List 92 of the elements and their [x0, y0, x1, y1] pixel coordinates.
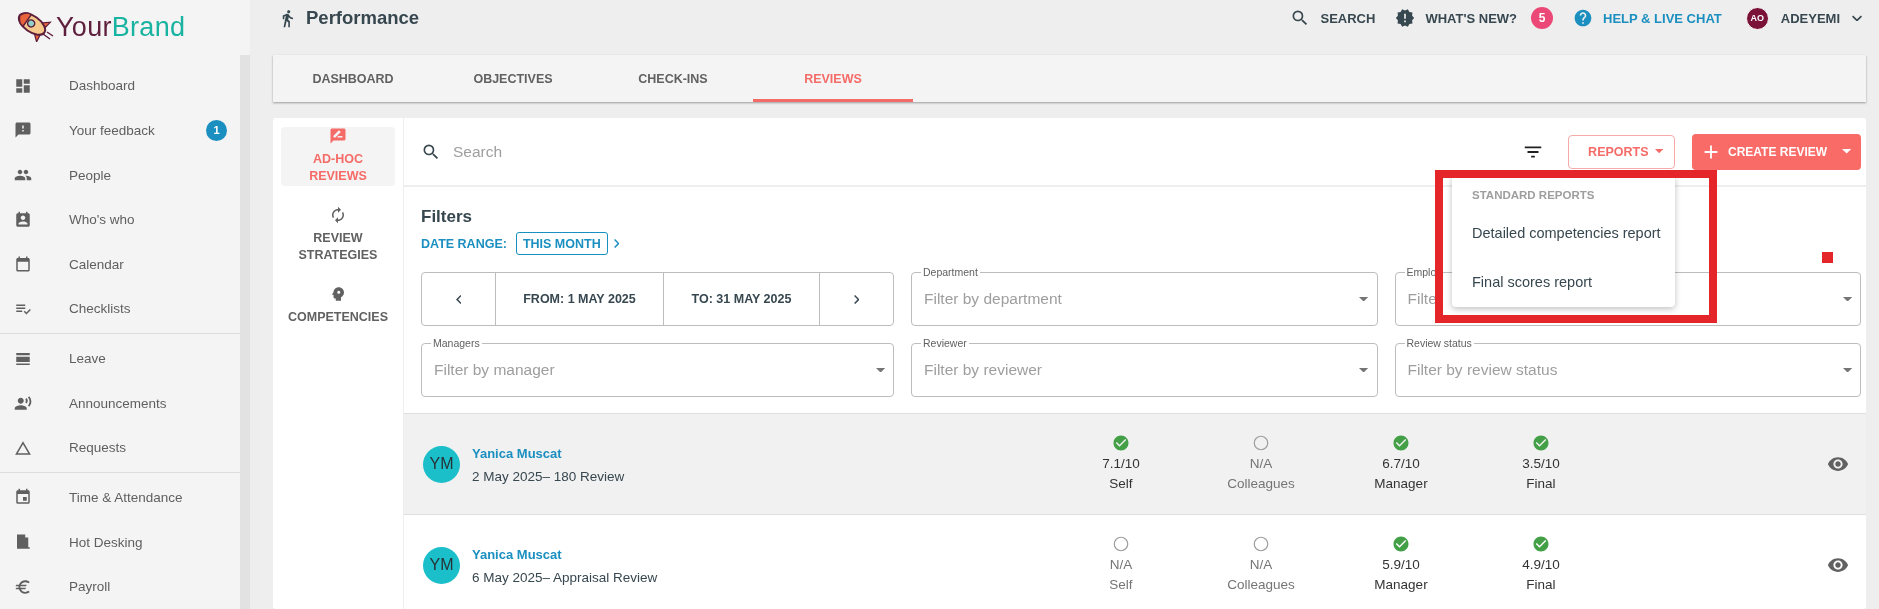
- date-to[interactable]: TO: 31 MAY 2025: [663, 273, 820, 325]
- score-value: N/A: [1249, 455, 1273, 473]
- sidebar-item[interactable]: Calendar: [0, 242, 240, 287]
- avatar: YM: [423, 445, 460, 483]
- field-label: Reviewer: [921, 337, 969, 350]
- brand-name: YourBrand: [56, 11, 186, 44]
- score-value: 3.5/10: [1522, 455, 1560, 473]
- sidebar-item[interactable]: Hot Desking: [0, 519, 240, 565]
- date-range-chip[interactable]: THIS MONTH: [515, 232, 608, 255]
- filter-input[interactable]: Filter by department: [924, 290, 1360, 308]
- sidebar-item[interactable]: Your feedback 1: [0, 108, 240, 153]
- speaking-person-icon: [14, 394, 32, 413]
- tab[interactable]: CHECK-INS: [593, 55, 753, 102]
- score-value: 6.7/10: [1382, 455, 1420, 473]
- date-range-label: DATE RANGE:: [421, 236, 507, 251]
- score-value: N/A: [1249, 556, 1273, 574]
- chevron-left-icon: [455, 294, 462, 304]
- search-link[interactable]: SEARCH: [1290, 8, 1376, 28]
- score-label: Final: [1526, 475, 1556, 493]
- tab[interactable]: OBJECTIVES: [433, 55, 593, 102]
- scrollbar[interactable]: [240, 55, 250, 609]
- score-value: N/A: [1109, 556, 1133, 574]
- sidebar-item[interactable]: Checklists: [0, 286, 240, 332]
- calendar-icon: [14, 255, 32, 274]
- menu-item[interactable]: Final scores report: [1452, 272, 1675, 292]
- dropdown-arrow-icon: [875, 367, 885, 373]
- score-label: Colleagues: [1227, 475, 1295, 493]
- filter-input[interactable]: Filter by manager: [434, 361, 876, 379]
- score-label: Manager: [1374, 475, 1428, 493]
- review-bubble-icon: [329, 127, 347, 145]
- filter-input[interactable]: Filter by reviewer: [924, 361, 1360, 379]
- score-label: Manager: [1374, 576, 1428, 594]
- dropdown-arrow-icon: [1359, 296, 1369, 302]
- date-from[interactable]: FROM: 1 MAY 2025: [495, 273, 663, 325]
- score-value: 5.9/10: [1382, 556, 1420, 574]
- menu-item[interactable]: Detailed competencies report: [1452, 223, 1675, 243]
- chevron-right-icon[interactable]: [613, 239, 620, 248]
- review-detail: 2 May 2025– 180 Review: [472, 469, 625, 484]
- field-label: Department: [921, 266, 980, 279]
- score-value: 4.9/10: [1522, 556, 1560, 574]
- euro-icon: [14, 577, 32, 596]
- score-value: 7.1/10: [1102, 455, 1140, 473]
- calendar-icon: [14, 488, 32, 507]
- sidebar-item[interactable]: Payroll: [0, 564, 240, 609]
- door-icon: [14, 533, 32, 552]
- tab[interactable]: DASHBOARD: [273, 55, 433, 102]
- search-field[interactable]: Search: [453, 142, 753, 161]
- score-label: Final: [1526, 576, 1556, 594]
- page-title: Performance: [306, 7, 420, 29]
- field-label: Review status: [1404, 337, 1474, 350]
- sidebar-item[interactable]: Who's who: [0, 197, 240, 243]
- chevron-right-icon: [853, 294, 860, 304]
- sidebar-item[interactable]: Announcements: [0, 380, 240, 426]
- head-icon: [329, 285, 347, 303]
- score-label: Colleagues: [1227, 576, 1295, 594]
- alert-badge-icon: [1395, 8, 1416, 28]
- count-badge: 1: [206, 119, 227, 141]
- dashboard-icon: [14, 76, 32, 95]
- sidebar-item[interactable]: Dashboard: [0, 63, 240, 109]
- news-link[interactable]: WHAT'S NEW?: [1395, 8, 1518, 28]
- dropdown-arrow-icon: [1842, 296, 1852, 302]
- refresh-icon: [329, 206, 347, 224]
- sidebar-item[interactable]: Requests: [0, 425, 240, 471]
- count-badge: 5: [1531, 7, 1554, 29]
- avatar: YM: [423, 546, 460, 584]
- contact-card-icon: [14, 210, 32, 229]
- dropdown-arrow-icon: [1654, 149, 1663, 154]
- review-nav-item[interactable]: REVIEW STRATEGIES: [281, 206, 395, 265]
- help-icon: [1573, 8, 1594, 28]
- user-menu[interactable]: ADEYEMI: [1780, 10, 1840, 26]
- review-detail: 6 May 2025– Appraisal Review: [472, 570, 658, 585]
- menu-heading: STANDARD REPORTS: [1471, 188, 1596, 203]
- sidebar-item[interactable]: People: [0, 152, 240, 198]
- sidebar-item[interactable]: Time & Attendance: [0, 475, 240, 520]
- chevron-down-icon[interactable]: [1852, 14, 1862, 22]
- help-link[interactable]: HELP & LIVE CHAT: [1573, 8, 1722, 28]
- filter-input[interactable]: Filter by review status: [1407, 361, 1843, 379]
- dropdown-arrow-icon: [1359, 367, 1369, 373]
- reviewee-link[interactable]: Yanica Muscat: [472, 547, 562, 562]
- filter-input[interactable]: Filte: [1407, 290, 1843, 308]
- dropdown-arrow-icon: [1842, 367, 1852, 373]
- field-label: Managers: [431, 337, 482, 350]
- filters-heading: Filters: [421, 206, 474, 228]
- score-label: Self: [1109, 475, 1133, 493]
- score-label: Self: [1109, 576, 1133, 594]
- marker: [1822, 252, 1833, 263]
- user-avatar: AO: [1745, 6, 1769, 30]
- dropdown-arrow-icon: [1841, 149, 1851, 154]
- speech-bubble-icon: [14, 121, 32, 140]
- sidebar-item[interactable]: Leave: [0, 336, 240, 381]
- review-nav-item[interactable]: COMPETENCIES: [281, 285, 395, 327]
- reviewee-link[interactable]: Yanica Muscat: [472, 446, 562, 461]
